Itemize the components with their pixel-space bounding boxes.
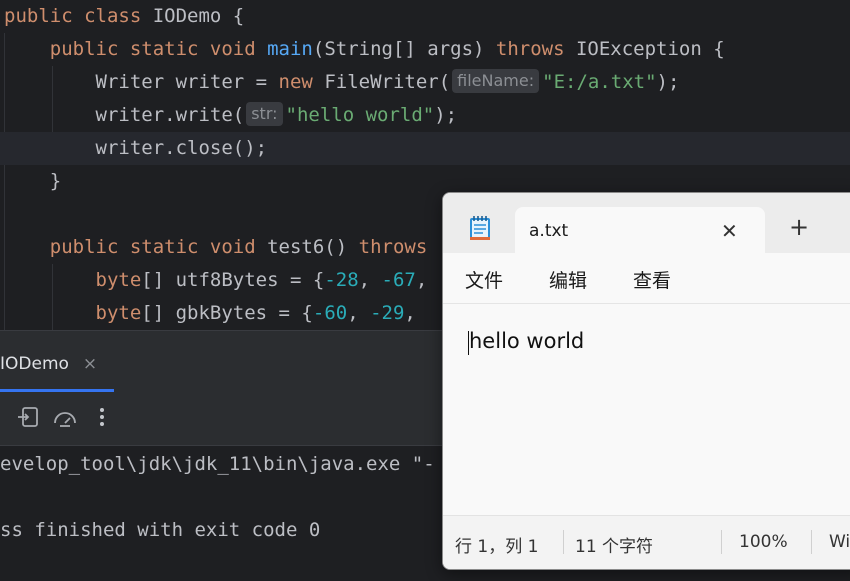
code-token: , [347, 302, 371, 324]
code-token: Writer writer = [4, 71, 279, 93]
notepad-window: a.txt ✕ + 文件 编辑 查看 hello world 行 1，列 1 1… [442, 192, 850, 570]
code-token: } [4, 170, 62, 192]
status-divider [811, 530, 812, 554]
code-token: public class [4, 5, 153, 27]
code-token: ); [434, 104, 458, 126]
status-char-count: 11 个字符 [575, 537, 654, 557]
code-line-content: byte[] gbkBytes = {-60, -29, [0, 302, 416, 324]
code-token: , [404, 302, 416, 324]
more-vertical-icon[interactable] [96, 405, 108, 433]
code-token: writer.write( [4, 104, 245, 126]
code-token: public static void [49, 236, 268, 258]
code-token: -67 [381, 269, 416, 291]
status-cursor-position: 行 1，列 1 [455, 537, 539, 557]
status-line-ending[interactable]: Wi [829, 532, 850, 552]
code-token: (String[] args) [312, 38, 496, 60]
code-line-content: byte[] utf8Bytes = {-28, -67, [0, 269, 428, 291]
run-tab-label: IODemo [0, 354, 69, 374]
code-token: FileWriter( [324, 71, 451, 93]
code-line[interactable]: writer.write(str: "hello world"); [0, 99, 850, 132]
code-line-content [0, 203, 4, 225]
plus-icon[interactable]: + [789, 215, 809, 239]
code-token: , [415, 269, 428, 291]
menu-view[interactable]: 查看 [633, 266, 671, 293]
code-token: "E:/a.txt" [542, 71, 657, 93]
code-token: new [278, 71, 325, 93]
restore-layout-icon[interactable] [16, 405, 40, 433]
code-line-content: public static void main(String[] args) t… [0, 38, 725, 60]
code-token: "hello world" [285, 104, 435, 126]
notepad-status-bar: 行 1，列 1 11 个字符 100% Wi [443, 515, 850, 569]
code-token: writer.close(); [4, 137, 268, 159]
code-token: public static void [49, 38, 268, 60]
status-divider [721, 530, 722, 554]
code-line-content: } [0, 170, 61, 192]
code-line[interactable]: public class IODemo { [0, 0, 850, 33]
code-token: -60 [312, 302, 348, 324]
code-line[interactable]: Writer writer = new FileWriter(fileName:… [0, 66, 850, 99]
status-divider [563, 530, 564, 554]
close-icon[interactable]: × [83, 354, 97, 374]
status-zoom[interactable]: 100% [739, 532, 788, 552]
parameter-hint: fileName: [452, 68, 540, 93]
run-tab-iodemo[interactable]: IODemo × [0, 349, 97, 379]
code-token: main [267, 38, 313, 60]
console-line: evelop_tool\jdk\jdk_11\bin\java.exe "- [0, 453, 435, 475]
close-icon[interactable]: ✕ [721, 219, 738, 243]
code-line-content: public class IODemo { [0, 5, 244, 27]
notepad-title-bar: a.txt ✕ + [443, 193, 850, 253]
notepad-tab-a-txt[interactable]: a.txt ✕ [515, 207, 765, 253]
code-token: IOException { [575, 38, 725, 60]
notepad-tab-title: a.txt [529, 221, 569, 241]
code-line[interactable]: writer.close(); [0, 132, 850, 165]
parameter-hint: str: [246, 101, 283, 126]
code-line-content: writer.write(str: "hello world"); [0, 101, 458, 126]
code-token: test6() [267, 236, 359, 258]
code-token: , [358, 269, 382, 291]
code-line[interactable]: public static void main(String[] args) t… [0, 33, 850, 66]
code-line-content: writer.close(); [0, 137, 268, 159]
notepad-app-icon [469, 215, 491, 245]
code-token: throws [358, 236, 428, 258]
menu-edit[interactable]: 编辑 [549, 266, 587, 293]
menu-file[interactable]: 文件 [465, 266, 503, 293]
code-token: throws [495, 38, 576, 60]
code-token: byte [95, 269, 142, 291]
code-token: byte [95, 302, 142, 324]
code-token: -28 [324, 269, 359, 291]
code-token: -29 [370, 302, 405, 324]
code-token: [] gbkBytes = { [141, 302, 313, 324]
code-line-content: Writer writer = new FileWriter(fileName:… [0, 68, 680, 93]
active-tab-indicator [0, 389, 114, 392]
code-token: ); [656, 71, 680, 93]
notepad-text-area[interactable]: hello world [469, 329, 584, 353]
notepad-menu-bar: 文件 编辑 查看 [443, 253, 850, 304]
code-line-content: public static void test6() throws [0, 236, 428, 258]
code-token: [] utf8Bytes = { [141, 269, 325, 291]
code-token: IODemo { [152, 5, 245, 27]
console-line: ss finished with exit code 0 [0, 519, 321, 541]
gauge-icon[interactable] [52, 405, 78, 433]
